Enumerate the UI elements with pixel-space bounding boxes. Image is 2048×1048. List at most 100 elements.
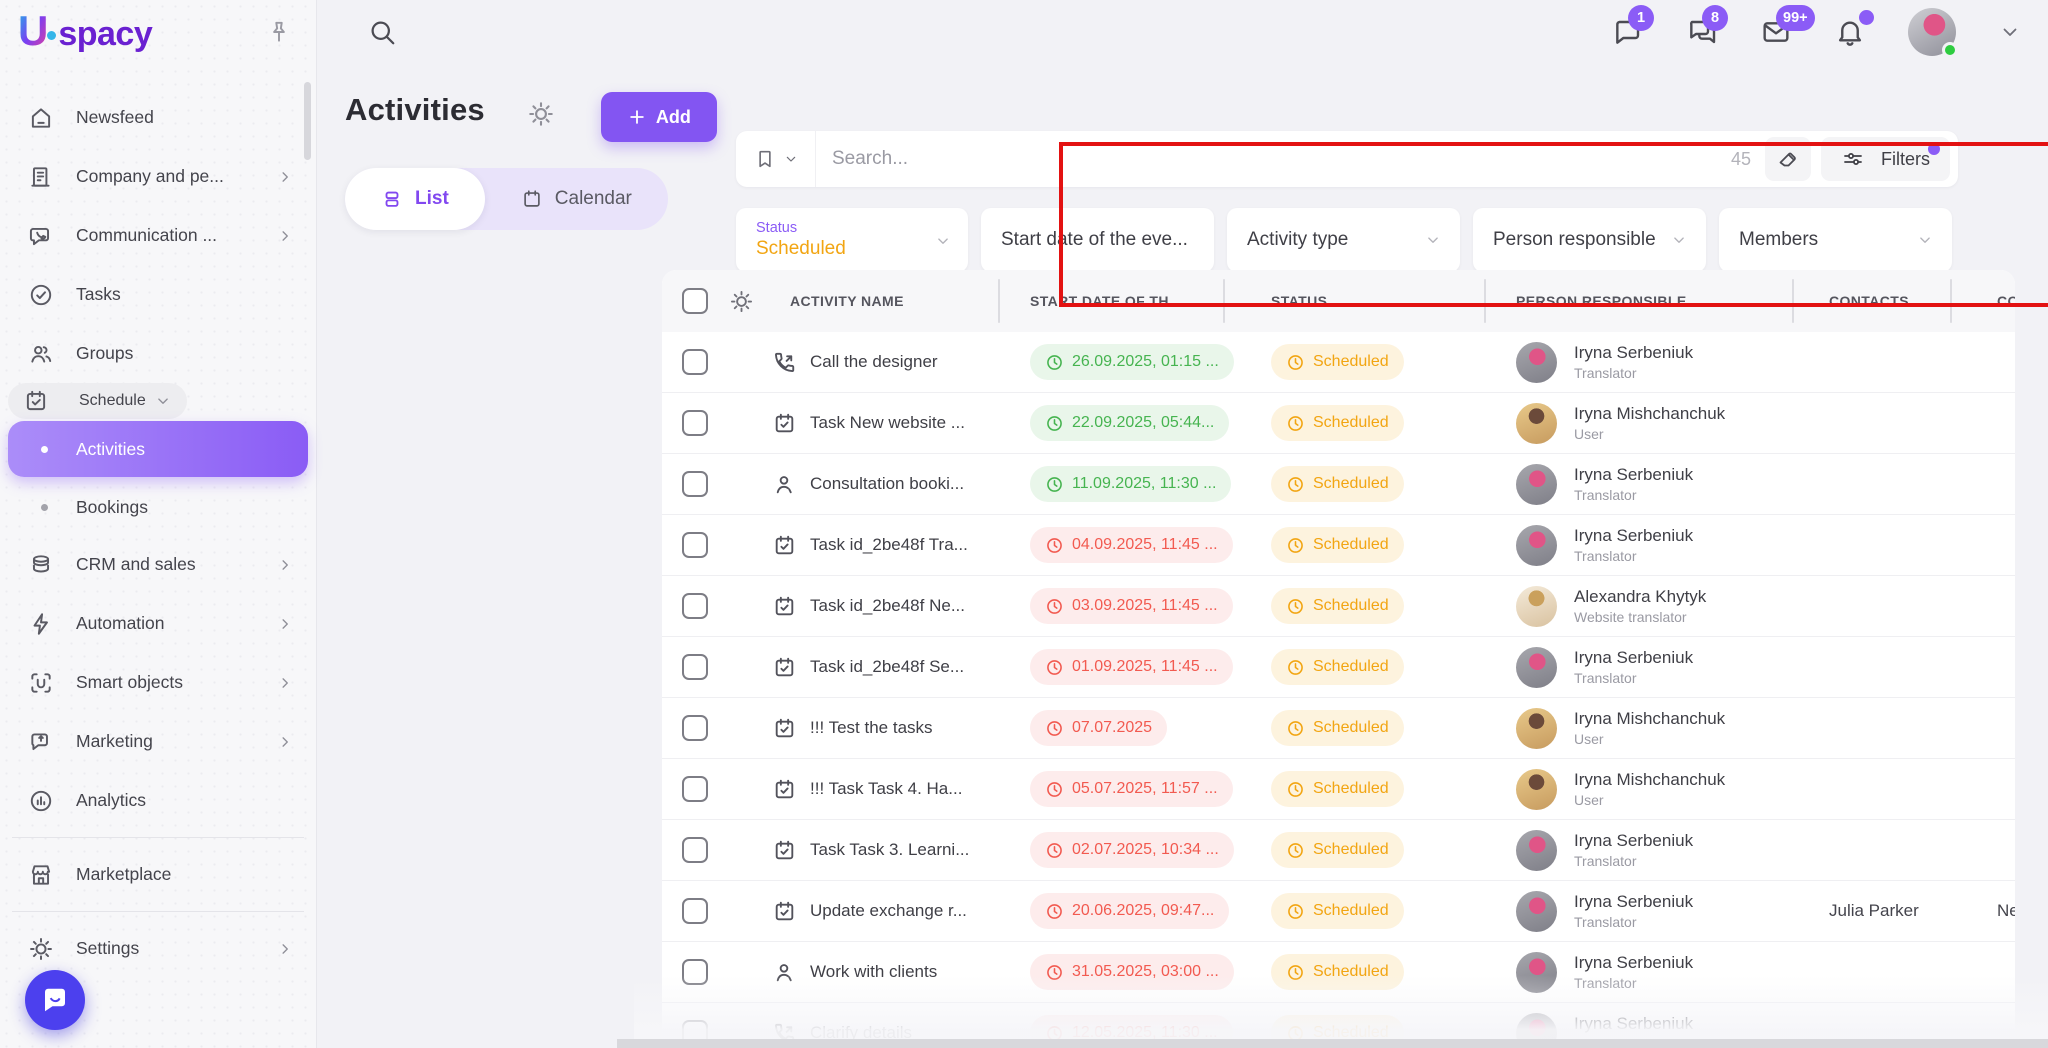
sidebar-item-schedule[interactable]: Schedule bbox=[8, 383, 187, 419]
mail-button[interactable]: 99+ bbox=[1760, 16, 1792, 48]
column-header-person-responsible[interactable]: PERSON RESPONSIBLE bbox=[1516, 293, 1687, 309]
uspacy-logo[interactable]: Uspacy bbox=[18, 10, 152, 54]
row-checkbox[interactable] bbox=[682, 959, 708, 985]
row-checkbox[interactable] bbox=[682, 776, 708, 802]
sidebar-item-crm-and-sales[interactable]: CRM and sales bbox=[8, 535, 308, 594]
row-checkbox[interactable] bbox=[682, 471, 708, 497]
person-name[interactable]: Iryna Serbeniuk bbox=[1574, 1013, 1693, 1034]
person-avatar[interactable] bbox=[1516, 891, 1557, 932]
sidebar-item-groups[interactable]: Groups bbox=[8, 324, 308, 383]
person-name[interactable]: Iryna Serbeniuk bbox=[1574, 525, 1693, 546]
search-input[interactable] bbox=[816, 148, 1731, 170]
filter-chip-activity-type[interactable]: Activity type bbox=[1227, 208, 1460, 272]
person-avatar[interactable] bbox=[1516, 952, 1557, 993]
sidebar-scrollbar[interactable] bbox=[304, 82, 311, 160]
sidebar-item-label: Newsfeed bbox=[76, 107, 154, 128]
filter-chip-person-responsible[interactable]: Person responsible bbox=[1473, 208, 1706, 272]
row-checkbox[interactable] bbox=[682, 532, 708, 558]
person-avatar[interactable] bbox=[1516, 342, 1557, 383]
filter-chip-start-date-of-the-eve[interactable]: Start date of the eve... bbox=[981, 208, 1214, 272]
person-name[interactable]: Iryna Mishchanchuk bbox=[1574, 403, 1725, 424]
tab-list[interactable]: List bbox=[345, 168, 485, 230]
column-header-status[interactable]: STATUS bbox=[1271, 293, 1327, 309]
bolt-icon bbox=[28, 611, 54, 637]
person-role: Translator bbox=[1574, 913, 1693, 931]
activity-name[interactable]: Update exchange r... bbox=[810, 901, 967, 921]
contact-name[interactable]: Julia Parker bbox=[1794, 901, 1952, 921]
activity-name[interactable]: Task id_2be48f Ne... bbox=[810, 596, 965, 616]
person-name[interactable]: Iryna Serbeniuk bbox=[1574, 647, 1693, 668]
table-settings-gear-icon[interactable] bbox=[729, 289, 754, 314]
person-avatar[interactable] bbox=[1516, 525, 1557, 566]
person-name[interactable]: Alexandra Khytyk bbox=[1574, 586, 1706, 607]
person-name[interactable]: Iryna Serbeniuk bbox=[1574, 464, 1693, 485]
column-header-activity-name[interactable]: ACTIVITY NAME bbox=[790, 293, 904, 309]
sidebar-item-automation[interactable]: Automation bbox=[8, 594, 308, 653]
chevron-down-icon bbox=[783, 151, 799, 167]
activity-name[interactable]: Task id_2be48f Tra... bbox=[810, 535, 968, 555]
sidebar-item-company-and-pe[interactable]: Company and pe... bbox=[8, 147, 308, 206]
person-name[interactable]: Iryna Mishchanchuk bbox=[1574, 769, 1725, 790]
person-avatar[interactable] bbox=[1516, 586, 1557, 627]
person-avatar[interactable] bbox=[1516, 830, 1557, 871]
direct-messages-badge: 1 bbox=[1628, 5, 1654, 31]
clear-filters-button[interactable] bbox=[1765, 137, 1811, 181]
company-name[interactable]: NewLine bbox=[1952, 901, 2015, 921]
column-header-start-date[interactable]: START DATE OF TH... bbox=[1030, 293, 1182, 309]
search-icon[interactable] bbox=[367, 17, 397, 47]
sidebar-item-marketing[interactable]: Marketing bbox=[8, 712, 308, 771]
row-checkbox[interactable] bbox=[682, 593, 708, 619]
sidebar-item-tasks[interactable]: Tasks bbox=[8, 265, 308, 324]
sidebar-item-marketplace[interactable]: Marketplace bbox=[8, 845, 308, 904]
activity-name[interactable]: Call the designer bbox=[810, 352, 938, 372]
person-avatar[interactable] bbox=[1516, 647, 1557, 688]
group-chats-button[interactable]: 8 bbox=[1686, 16, 1718, 48]
activity-name[interactable]: !!! Task Task 4. Ha... bbox=[810, 779, 962, 799]
sidebar-item-newsfeed[interactable]: Newsfeed bbox=[8, 88, 308, 147]
row-checkbox[interactable] bbox=[682, 715, 708, 741]
row-checkbox[interactable] bbox=[682, 410, 708, 436]
activity-name[interactable]: Work with clients bbox=[810, 962, 937, 982]
page-settings-gear-icon[interactable] bbox=[527, 100, 555, 128]
sidebar-item-activities[interactable]: Activities bbox=[8, 421, 308, 477]
row-checkbox[interactable] bbox=[682, 898, 708, 924]
person-avatar[interactable] bbox=[1516, 708, 1557, 749]
filters-button[interactable]: Filters bbox=[1821, 137, 1950, 181]
row-checkbox[interactable] bbox=[682, 349, 708, 375]
column-header-contacts[interactable]: CONTACTS bbox=[1829, 293, 1909, 309]
tab-label: Calendar bbox=[555, 188, 632, 210]
person-name[interactable]: Iryna Mishchanchuk bbox=[1574, 708, 1725, 729]
person-name[interactable]: Iryna Serbeniuk bbox=[1574, 891, 1693, 912]
tab-calendar[interactable]: Calendar bbox=[485, 168, 668, 230]
user-avatar[interactable] bbox=[1908, 8, 1956, 56]
sidebar-item-smart-objects[interactable]: Smart objects bbox=[8, 653, 308, 712]
activity-name[interactable]: Task Task 3. Learni... bbox=[810, 840, 969, 860]
activity-name[interactable]: !!! Test the tasks bbox=[810, 718, 933, 738]
filter-chip-status[interactable]: StatusScheduled bbox=[736, 208, 968, 272]
person-name[interactable]: Iryna Serbeniuk bbox=[1574, 342, 1693, 363]
filter-chip-members[interactable]: Members bbox=[1719, 208, 1952, 272]
user-menu-chevron-icon[interactable] bbox=[1998, 20, 2022, 44]
activity-name[interactable]: Task id_2be48f Se... bbox=[810, 657, 964, 677]
sidebar-item-communication[interactable]: Communication ... bbox=[8, 206, 308, 265]
person-avatar[interactable] bbox=[1516, 769, 1557, 810]
notifications-button[interactable] bbox=[1834, 16, 1866, 48]
saved-filters-dropdown[interactable] bbox=[736, 131, 816, 187]
person-avatar[interactable] bbox=[1516, 464, 1557, 505]
select-all-checkbox[interactable] bbox=[682, 288, 708, 314]
sidebar-item-analytics[interactable]: Analytics bbox=[8, 771, 308, 830]
row-checkbox[interactable] bbox=[682, 654, 708, 680]
support-chat-fab[interactable] bbox=[25, 970, 85, 1030]
add-button[interactable]: Add bbox=[601, 92, 717, 142]
sidebar-item-bookings[interactable]: Bookings bbox=[8, 479, 308, 535]
direct-messages-button[interactable]: 1 bbox=[1612, 16, 1644, 48]
pin-sidebar-icon[interactable] bbox=[266, 19, 292, 45]
activity-name[interactable]: Task New website ... bbox=[810, 413, 965, 433]
person-name[interactable]: Iryna Serbeniuk bbox=[1574, 830, 1693, 851]
person-avatar[interactable] bbox=[1516, 403, 1557, 444]
activity-name[interactable]: Consultation booki... bbox=[810, 474, 964, 494]
person-name[interactable]: Iryna Serbeniuk bbox=[1574, 952, 1693, 973]
row-checkbox[interactable] bbox=[682, 837, 708, 863]
horizontal-scrollbar[interactable] bbox=[617, 1039, 2048, 1048]
column-header-company[interactable]: COMP... bbox=[1997, 293, 2015, 309]
